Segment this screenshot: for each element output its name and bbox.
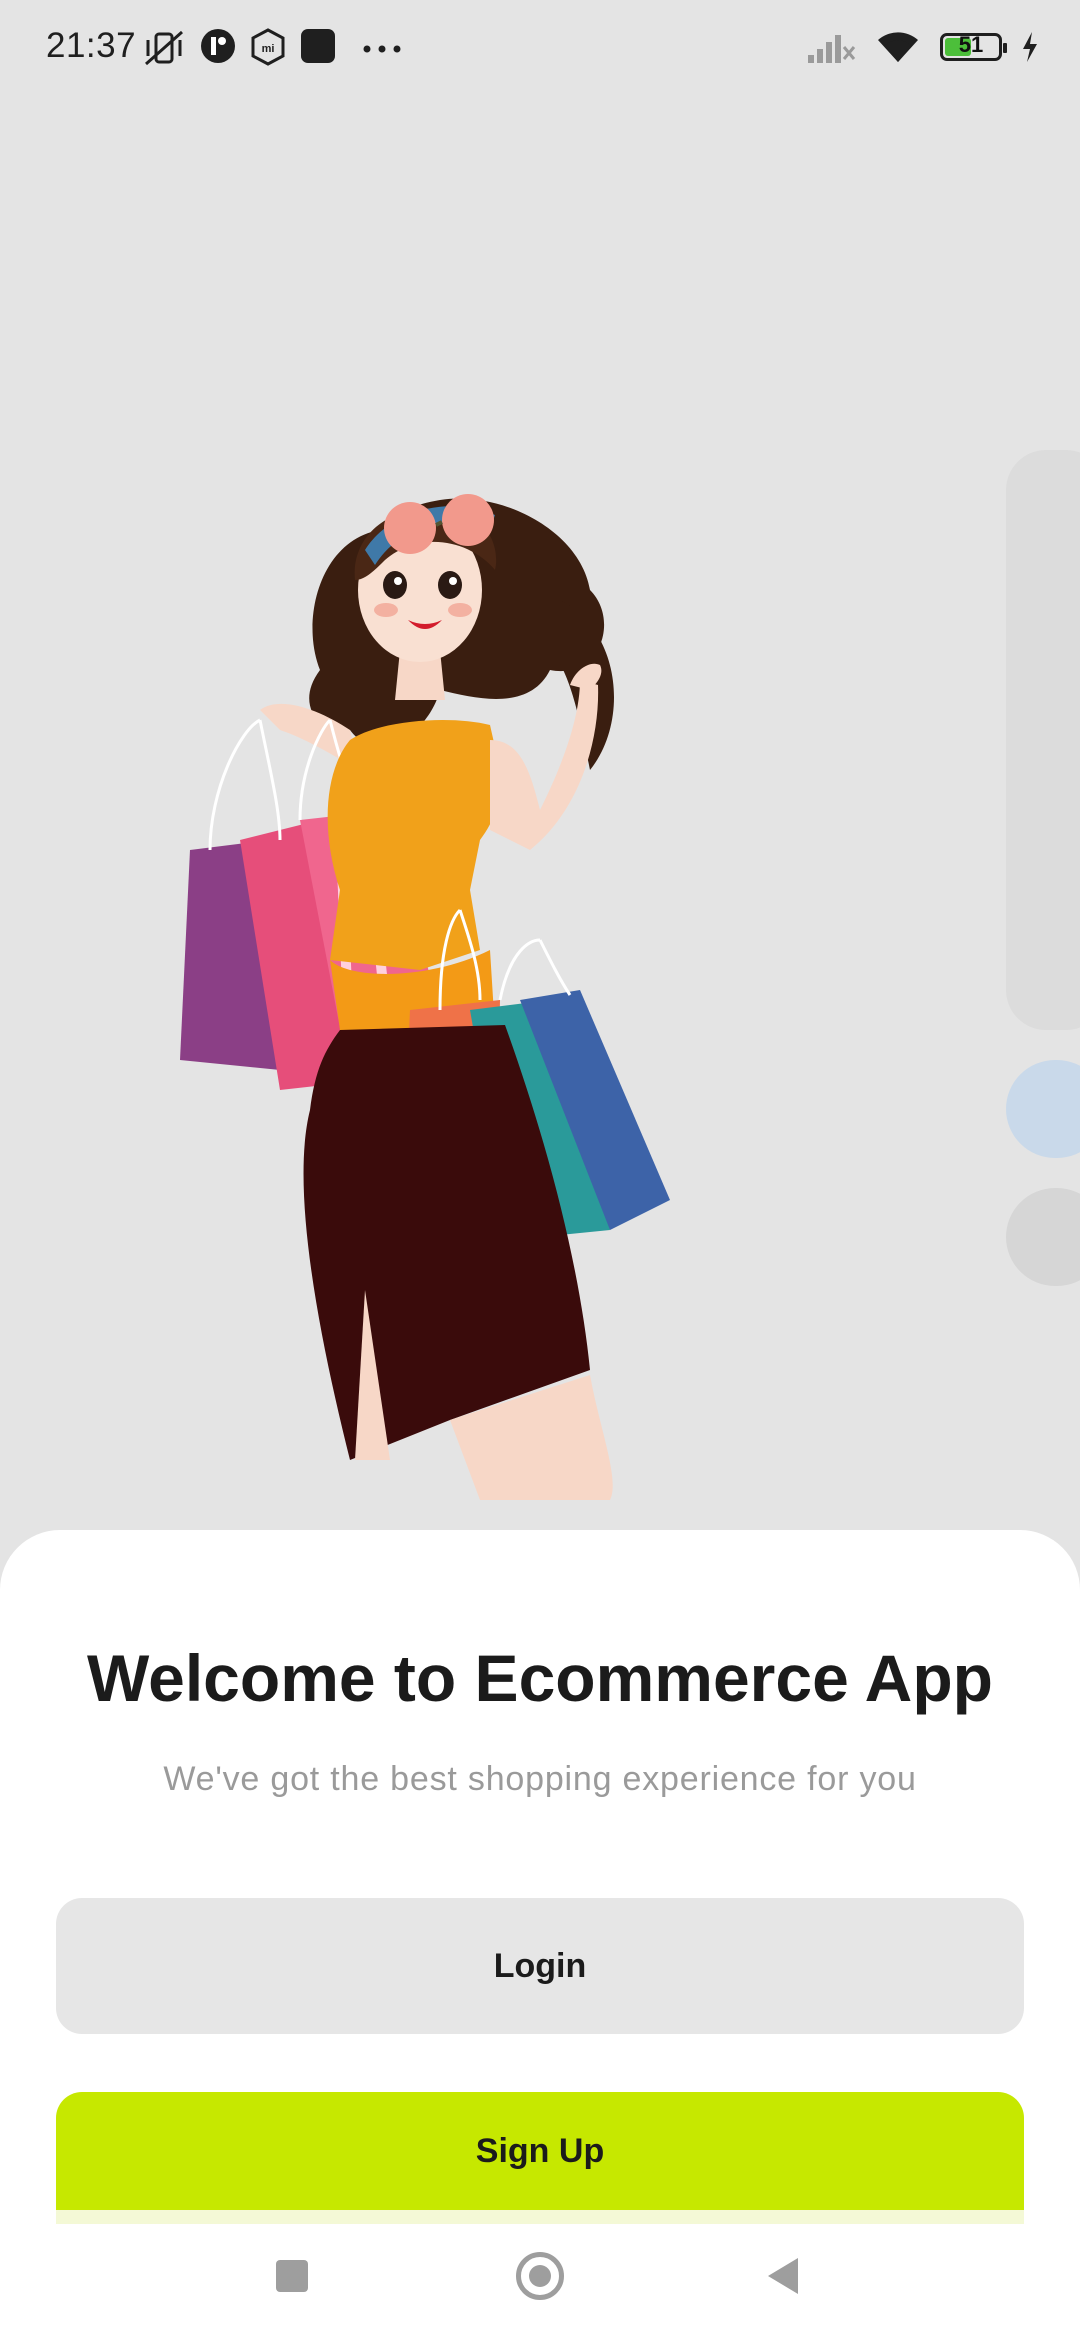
status-bar: 21:37 mi 51 xyxy=(0,0,1080,100)
recent-apps-icon[interactable] xyxy=(276,2260,308,2292)
welcome-title: Welcome to Ecommerce App xyxy=(87,1641,993,1715)
login-button[interactable]: Login xyxy=(56,1898,1024,2034)
wifi-icon xyxy=(878,32,918,62)
status-right: 51 xyxy=(806,28,1040,66)
welcome-sheet: Welcome to Ecommerce App We've got the b… xyxy=(0,1530,1080,2340)
background-pill-gray xyxy=(1006,1188,1080,1286)
background-pill-blue xyxy=(1006,1060,1080,1158)
navigation-bar xyxy=(0,2230,1080,2340)
welcome-subtitle: We've got the best shopping experience f… xyxy=(163,1760,917,1798)
more-dots-icon xyxy=(363,45,401,53)
battery-icon: 51 xyxy=(940,32,1007,61)
home-icon[interactable] xyxy=(516,2252,564,2300)
mi-icon: mi xyxy=(251,28,285,66)
svg-text:mi: mi xyxy=(262,43,275,55)
status-time: 21:37 xyxy=(46,26,137,65)
battery-level: 51 xyxy=(958,32,984,57)
signup-button-shadow xyxy=(56,2210,1024,2224)
shopping-woman-illustration xyxy=(180,494,670,1500)
background-panel xyxy=(1006,450,1080,1030)
charging-icon xyxy=(1023,32,1037,62)
signal-icon xyxy=(808,35,856,63)
square-app-icon xyxy=(301,29,335,63)
app-notification-icon xyxy=(201,29,235,63)
mute-vibrate-icon xyxy=(145,30,183,66)
signup-button[interactable]: Sign Up xyxy=(56,2092,1024,2210)
back-icon[interactable] xyxy=(768,2258,798,2294)
